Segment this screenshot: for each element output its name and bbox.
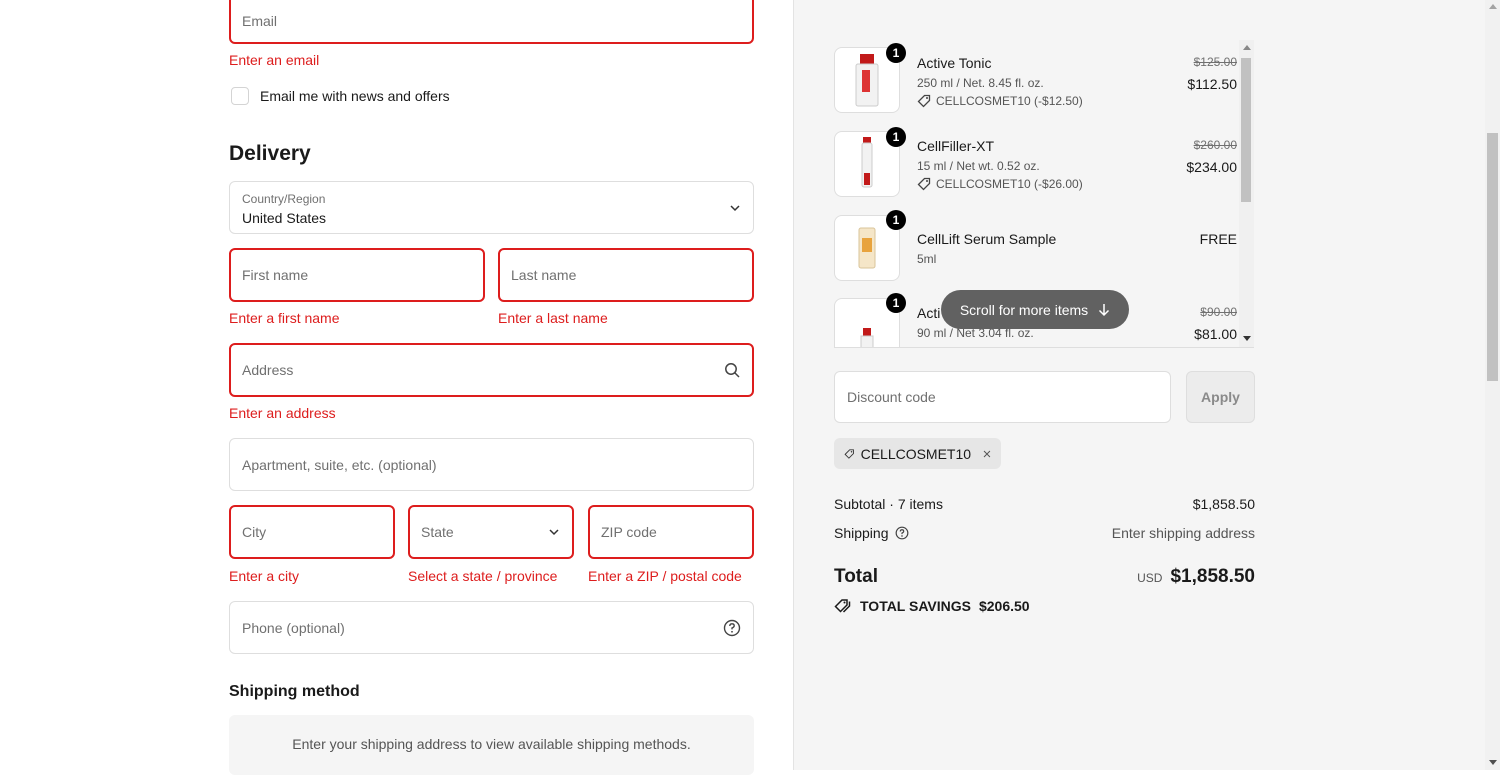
email-input[interactable]: Email bbox=[229, 0, 754, 44]
country-label: Country/Region bbox=[242, 192, 326, 206]
total-savings-value: $206.50 bbox=[978, 598, 1030, 614]
last-name-placeholder: Last name bbox=[511, 267, 577, 283]
product-variant: 5ml bbox=[917, 252, 937, 266]
page-scrollbar-track[interactable] bbox=[1485, 0, 1500, 770]
apply-label: Apply bbox=[1201, 389, 1240, 405]
close-icon[interactable] bbox=[983, 448, 991, 460]
tag-icon bbox=[917, 177, 931, 191]
state-placeholder: State bbox=[421, 524, 454, 540]
last-name-input[interactable]: Last name bbox=[498, 248, 754, 302]
quantity-badge: 1 bbox=[886, 127, 906, 147]
address-error: Enter an address bbox=[229, 405, 336, 421]
total-amount: USD $1,858.50 bbox=[1137, 566, 1255, 588]
shipping-row: Shipping bbox=[834, 525, 909, 541]
product-price: $81.00 bbox=[1194, 326, 1237, 342]
quantity-badge: 1 bbox=[886, 293, 906, 313]
zip-input[interactable]: ZIP code bbox=[588, 505, 754, 559]
product-discount: CELLCOSMET10 (-$12.50) bbox=[917, 94, 1083, 108]
shipping-method-notice: Enter your shipping address to view avai… bbox=[292, 736, 691, 752]
product-price: FREE bbox=[1199, 231, 1237, 247]
first-name-placeholder: First name bbox=[242, 267, 309, 283]
city-placeholder: City bbox=[242, 524, 267, 540]
last-name-error: Enter a last name bbox=[498, 310, 608, 326]
shipping-label: Shipping bbox=[834, 525, 889, 541]
savings-tag-icon bbox=[834, 599, 851, 613]
scroll-down-arrow-icon[interactable] bbox=[1243, 336, 1251, 341]
scroll-for-more-label: Scroll for more items bbox=[959, 301, 1089, 318]
product-discount-text: CELLCOSMET10 (-$12.50) bbox=[936, 94, 1083, 108]
product-name: Active Tonic bbox=[917, 55, 992, 71]
address-placeholder: Address bbox=[242, 362, 294, 378]
phone-input[interactable]: Phone (optional) bbox=[229, 601, 754, 654]
scroll-up-arrow-icon[interactable] bbox=[1243, 45, 1251, 50]
product-old-price: $90.00 bbox=[1200, 305, 1237, 319]
total-currency: USD bbox=[1137, 571, 1163, 585]
shipping-method-notice-box: Enter your shipping address to view avai… bbox=[229, 715, 754, 775]
zip-error: Enter a ZIP / postal code bbox=[588, 568, 742, 584]
apartment-placeholder: Apartment, suite, etc. (optional) bbox=[242, 456, 437, 473]
zip-placeholder: ZIP code bbox=[601, 524, 657, 540]
items-scrollbar-track[interactable] bbox=[1239, 40, 1254, 347]
product-old-price: $260.00 bbox=[1193, 138, 1237, 152]
newsletter-label: Email me with news and offers bbox=[260, 88, 450, 104]
total-label: Total bbox=[834, 566, 878, 587]
scroll-for-more-button[interactable]: Scroll for more items bbox=[941, 290, 1129, 329]
subtotal-label: Subtotal · 7 items bbox=[834, 496, 943, 512]
email-error: Enter an email bbox=[229, 52, 320, 68]
discount-code-placeholder: Discount code bbox=[847, 389, 936, 405]
items-scrollbar-thumb[interactable] bbox=[1241, 58, 1251, 202]
tag-icon bbox=[917, 94, 931, 108]
product-price: $112.50 bbox=[1187, 76, 1237, 92]
applied-code-text: CELLCOSMET10 bbox=[860, 445, 972, 462]
subtotal-value: $1,858.50 bbox=[1192, 496, 1255, 512]
quantity-badge: 1 bbox=[886, 43, 906, 63]
total-value: $1,858.50 bbox=[1170, 566, 1255, 587]
bottle-icon bbox=[860, 328, 874, 347]
apply-discount-button[interactable]: Apply bbox=[1186, 371, 1255, 423]
product-name: Acti bbox=[917, 305, 941, 321]
state-select[interactable]: State bbox=[408, 505, 574, 559]
help-circle-icon[interactable] bbox=[723, 619, 741, 637]
applied-discount-chip: CELLCOSMET10 bbox=[834, 438, 1001, 469]
apartment-input[interactable]: Apartment, suite, etc. (optional) bbox=[229, 438, 754, 491]
page-scroll-up-arrow-icon[interactable] bbox=[1489, 4, 1497, 9]
search-icon[interactable] bbox=[724, 362, 740, 378]
email-placeholder: Email bbox=[242, 13, 278, 29]
product-discount: CELLCOSMET10 (-$26.00) bbox=[917, 177, 1083, 191]
sample-vial-icon bbox=[858, 227, 876, 269]
delivery-heading: Delivery bbox=[229, 142, 311, 165]
phone-placeholder: Phone (optional) bbox=[242, 619, 345, 636]
help-circle-icon[interactable] bbox=[895, 526, 909, 540]
product-name: CellLift Serum Sample bbox=[917, 231, 1057, 247]
shipping-method-heading: Shipping method bbox=[229, 683, 360, 700]
quantity-badge: 1 bbox=[886, 210, 906, 230]
bottle-icon bbox=[855, 54, 879, 107]
tube-icon bbox=[861, 137, 873, 188]
product-variant: 250 ml / Net. 8.45 fl. oz. bbox=[917, 76, 1044, 90]
chevron-down-icon bbox=[729, 202, 741, 214]
total-savings-label: TOTAL SAVINGS bbox=[860, 598, 971, 614]
newsletter-checkbox[interactable] bbox=[231, 87, 249, 105]
address-input[interactable]: Address bbox=[229, 343, 754, 397]
discount-code-input[interactable]: Discount code bbox=[834, 371, 1171, 423]
product-price: $234.00 bbox=[1186, 159, 1237, 175]
first-name-input[interactable]: First name bbox=[229, 248, 485, 302]
product-variant: 15 ml / Net wt. 0.52 oz. bbox=[917, 159, 1040, 173]
product-discount-text: CELLCOSMET10 (-$26.00) bbox=[936, 177, 1083, 191]
page-scroll-down-arrow-icon[interactable] bbox=[1489, 760, 1497, 765]
state-error: Select a state / province bbox=[408, 568, 558, 584]
total-savings: TOTAL SAVINGS $206.50 bbox=[834, 598, 1030, 614]
shipping-value: Enter shipping address bbox=[1111, 525, 1255, 541]
first-name-error: Enter a first name bbox=[229, 310, 340, 326]
arrow-down-icon bbox=[1099, 303, 1110, 316]
page-scrollbar-thumb[interactable] bbox=[1487, 133, 1498, 381]
product-name: CellFiller-XT bbox=[917, 138, 994, 154]
country-value: United States bbox=[242, 210, 327, 226]
chevron-down-icon bbox=[548, 526, 560, 538]
product-old-price: $125.00 bbox=[1193, 55, 1237, 69]
city-input[interactable]: City bbox=[229, 505, 395, 559]
country-select[interactable]: Country/Region United States bbox=[229, 181, 754, 234]
city-error: Enter a city bbox=[229, 568, 300, 584]
tag-icon bbox=[844, 448, 854, 459]
